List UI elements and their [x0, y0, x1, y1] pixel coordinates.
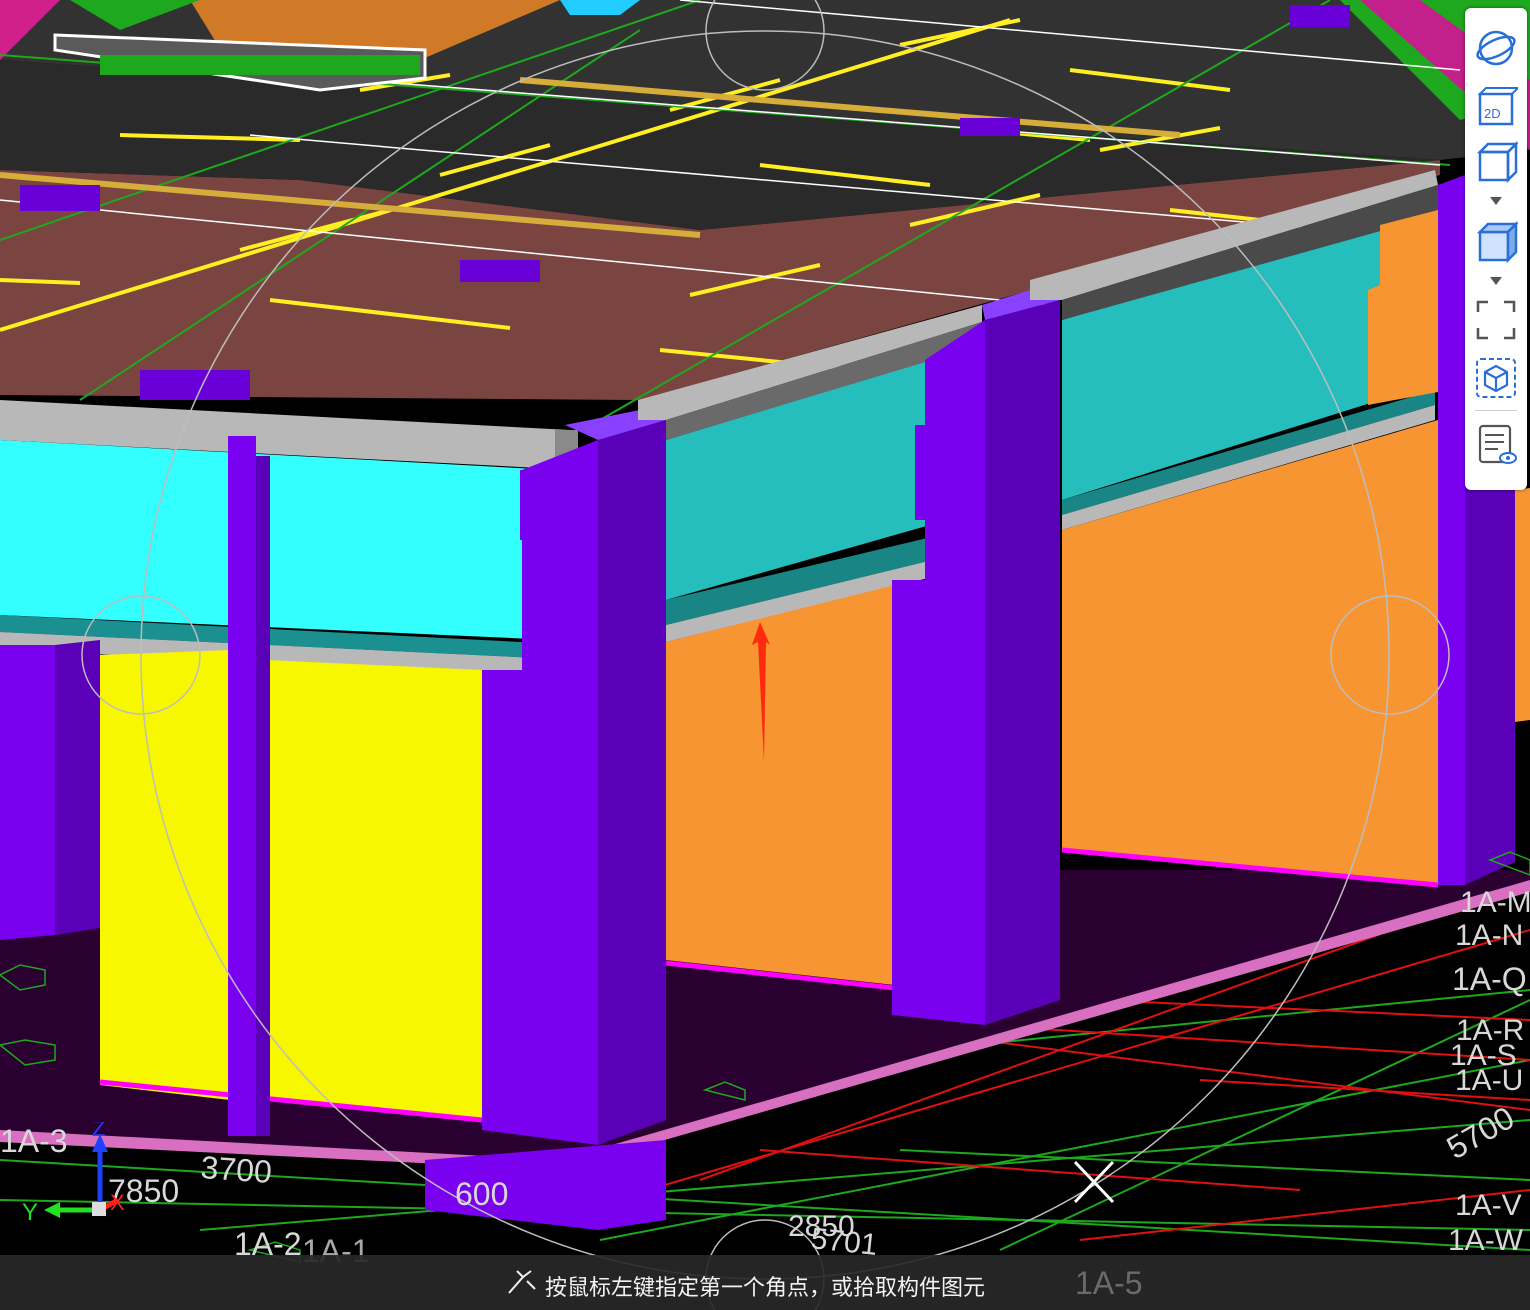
- grid-label-1a-v: 1A-V: [1455, 1189, 1522, 1222]
- grid-label-1a-5: 1A-5: [1075, 1265, 1143, 1301]
- column-thin-side: [256, 456, 270, 1136]
- model-scene[interactable]: 7850 3700 600 2850 5701 5700 1A-3 1A-2 1…: [0, 0, 1530, 1310]
- box-select-icon: [1476, 358, 1516, 398]
- 3d-viewport[interactable]: 7850 3700 600 2850 5701 5700 1A-3 1A-2 1…: [0, 0, 1530, 1310]
- 2d-view-button[interactable]: 2D: [1474, 86, 1521, 130]
- orbit-view-button[interactable]: [1474, 26, 1518, 70]
- grid-label-1a-w: 1A-W: [1448, 1224, 1524, 1257]
- view-toolbar: 2D: [1465, 8, 1527, 490]
- pick-cursor-icon: [508, 1270, 536, 1294]
- column-far-left[interactable]: [0, 645, 55, 940]
- 2d-icon: 2D: [1477, 87, 1521, 126]
- solid-cube-icon: [1476, 220, 1520, 264]
- chevron-down-icon[interactable]: [1489, 196, 1503, 206]
- wireframe-cube-icon: [1476, 140, 1520, 184]
- svg-text:2D: 2D: [1484, 106, 1501, 121]
- view-list-button[interactable]: [1474, 422, 1518, 466]
- column-thin[interactable]: [228, 436, 256, 1136]
- grid-label-1a-q: 1A-Q: [1452, 961, 1527, 997]
- grid-label-1a-m: 1A-M: [1460, 886, 1530, 919]
- column-far-left-side: [55, 640, 100, 935]
- chevron-down-icon[interactable]: [1489, 276, 1503, 286]
- axis-y-label: Y: [22, 1199, 38, 1226]
- axis-z-label: Z: [92, 1122, 105, 1141]
- grid-label-1a-n: 1A-N: [1455, 919, 1523, 952]
- toolbar-separator: [1475, 410, 1517, 411]
- wireframe-cube-button[interactable]: [1474, 140, 1520, 184]
- column-far-right[interactable]: [1438, 175, 1465, 885]
- dim-600: 600: [455, 1176, 508, 1212]
- status-bar: 按鼠标左键指定第一个角点，或拾取构件图元 1A-5: [0, 1255, 1530, 1310]
- dim-3700: 3700: [200, 1149, 274, 1190]
- wall-yellow-1[interactable]: [100, 650, 230, 1100]
- column-center-left-side[interactable]: [598, 420, 666, 1145]
- column-center-left-notch: [520, 470, 556, 540]
- axis-x-label: X: [110, 1190, 125, 1215]
- zoom-extents-button[interactable]: [1474, 298, 1518, 342]
- fullscreen-icon: [1476, 300, 1516, 340]
- orbit-icon: [1476, 30, 1516, 66]
- solid-cube-button[interactable]: [1474, 220, 1520, 264]
- 3d-select-button[interactable]: [1474, 356, 1518, 400]
- roof-tray-green: [100, 55, 420, 75]
- column-center-right-notch: [915, 425, 930, 520]
- axis-gizmo: Z Y X: [22, 1122, 125, 1226]
- grid-label-1a-u: 1A-U: [1455, 1064, 1523, 1097]
- wall-orange-middle[interactable]: [666, 585, 895, 985]
- list-view-icon: [1478, 424, 1517, 464]
- column-center-right-side[interactable]: [985, 300, 1060, 1025]
- status-prompt: 按鼠标左键指定第一个角点，或拾取构件图元: [545, 1276, 986, 1301]
- wall-orange-edge: [1515, 488, 1530, 722]
- wall-yellow-2[interactable]: [268, 660, 482, 1120]
- wall-cyan-left[interactable]: [0, 440, 555, 640]
